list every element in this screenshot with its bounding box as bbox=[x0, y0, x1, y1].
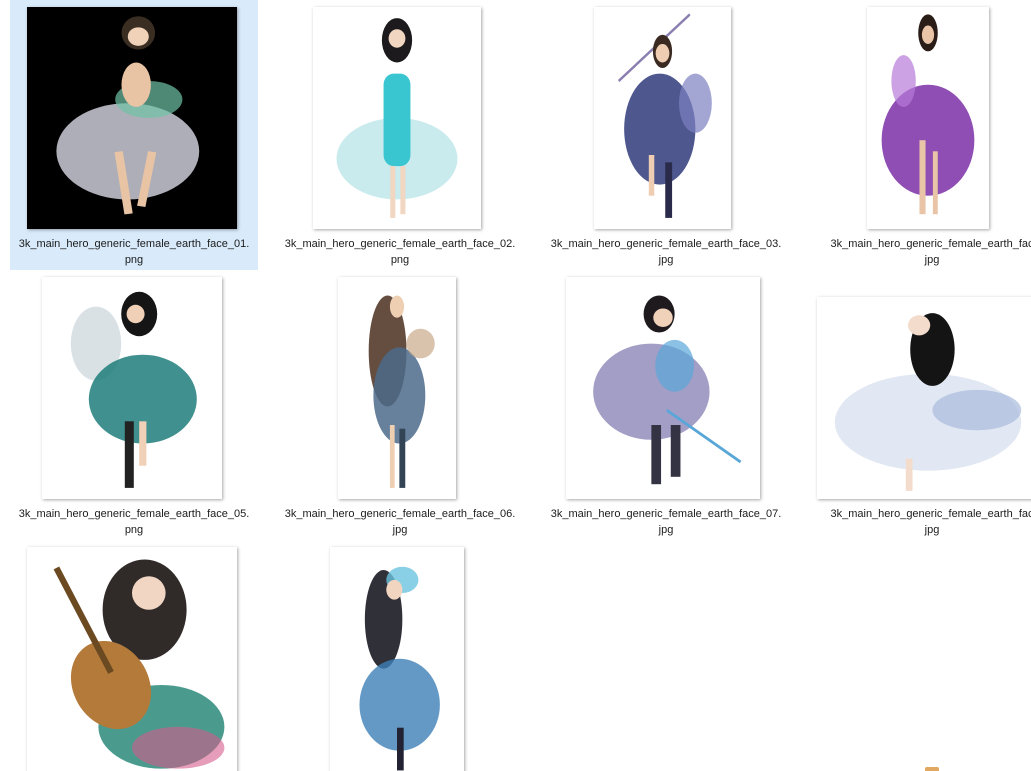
file-name-02: 3k_main_hero_generic_female_earth_face_0… bbox=[284, 238, 516, 266]
figure-image-06 bbox=[338, 277, 456, 499]
file-name-06: 3k_main_hero_generic_female_earth_face_0… bbox=[284, 508, 516, 536]
file-item-07[interactable]: 3k_main_hero_generic_female_earth_face_0… bbox=[542, 270, 790, 540]
thumbnail-08 bbox=[817, 297, 1031, 499]
thumbnail-02 bbox=[313, 7, 481, 229]
file-item-02[interactable]: 3k_main_hero_generic_female_earth_face_0… bbox=[276, 0, 524, 270]
thumbnail-03 bbox=[594, 7, 731, 229]
file-name-01: 3k_main_hero_generic_female_earth_face_0… bbox=[18, 238, 250, 266]
file-item-06[interactable]: 3k_main_hero_generic_female_earth_face_0… bbox=[276, 270, 524, 540]
file-name-03: 3k_main_hero_generic_female_earth_face_0… bbox=[550, 238, 782, 266]
file-name-04: 3k_main_hero_generic_female_earth_fac jpg bbox=[830, 238, 1031, 266]
figure-image-07 bbox=[566, 277, 760, 499]
thumbnail-01 bbox=[27, 7, 237, 229]
file-item-09[interactable] bbox=[10, 540, 258, 771]
thumbnail-05 bbox=[42, 277, 222, 499]
file-item-08[interactable]: 3k_main_hero_generic_female_earth_fac jpg bbox=[808, 270, 1031, 540]
file-item-05[interactable]: 3k_main_hero_generic_female_earth_face_0… bbox=[10, 270, 258, 540]
figure-image-04 bbox=[867, 7, 989, 229]
thumbnail-06 bbox=[338, 277, 456, 499]
thumbnail-10 bbox=[330, 547, 464, 771]
figure-image-10 bbox=[330, 547, 464, 771]
file-item-03[interactable]: 3k_main_hero_generic_female_earth_face_0… bbox=[542, 0, 790, 270]
figure-image-05 bbox=[42, 277, 222, 499]
figure-image-09 bbox=[27, 547, 237, 771]
file-item-04[interactable]: 3k_main_hero_generic_female_earth_fac jpg bbox=[808, 0, 1031, 270]
figure-image-03 bbox=[594, 7, 731, 229]
figure-image-01 bbox=[27, 7, 237, 229]
file-item-01[interactable]: 3k_main_hero_generic_female_earth_face_0… bbox=[10, 0, 258, 270]
partial-thumbnail-edge bbox=[925, 767, 939, 771]
file-view-pane: 3k_main_hero_generic_female_earth_face_0… bbox=[0, 0, 1031, 771]
thumbnail-09 bbox=[27, 547, 237, 771]
file-name-08: 3k_main_hero_generic_female_earth_fac jpg bbox=[830, 508, 1031, 536]
file-name-07: 3k_main_hero_generic_female_earth_face_0… bbox=[550, 508, 782, 536]
figure-image-02 bbox=[313, 7, 481, 229]
figure-image-08 bbox=[817, 297, 1031, 499]
thumbnail-04 bbox=[867, 7, 989, 229]
file-name-05: 3k_main_hero_generic_female_earth_face_0… bbox=[18, 508, 250, 536]
file-item-10[interactable] bbox=[276, 540, 524, 771]
thumbnail-07 bbox=[566, 277, 760, 499]
